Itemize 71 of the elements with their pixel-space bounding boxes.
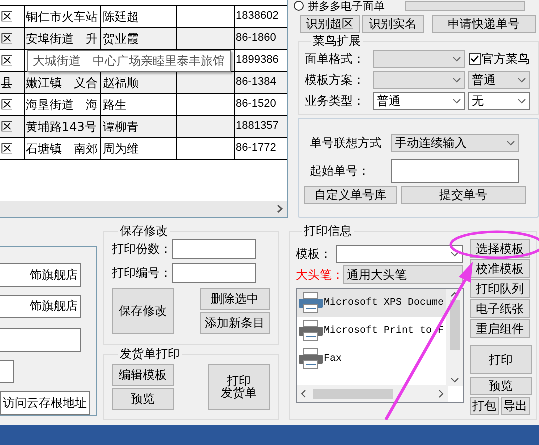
print-invoice-button[interactable]: 打印 发货单 — [208, 364, 270, 410]
side-button[interactable]: 电子纸张 — [470, 299, 530, 318]
field-label: 业务类型： — [305, 93, 366, 110]
checkbox-label: 官方菜鸟 — [482, 51, 530, 68]
table-cell: 周为维 — [101, 138, 177, 159]
table-cell-text: 1881357 — [235, 119, 280, 134]
table-cell: 陈廷超 — [101, 6, 177, 27]
field-label: 大头笔： — [296, 266, 343, 284]
dropdown[interactable]: 手动连续输入 — [391, 134, 519, 152]
table-cell: 谭柳青 — [101, 116, 177, 137]
table-cell: 海垦街道 海 — [25, 94, 101, 115]
table-cell-text: 86-1772 — [235, 141, 278, 156]
pack-button[interactable]: 打包 — [470, 397, 499, 415]
table-cell: 黄埔路143号 — [25, 116, 101, 137]
field-label: 起始单号： — [309, 163, 371, 180]
print-button[interactable]: 打印 — [470, 345, 532, 374]
preview-button[interactable]: 预览 — [470, 377, 532, 395]
field-label: 单号联想方式 — [309, 135, 383, 152]
edit-template-button[interactable]: 编辑模板 — [112, 364, 174, 386]
button-line: 发货单 — [221, 387, 257, 399]
input-field[interactable]: 饰旗舰店 — [0, 263, 81, 287]
table-cell: 路生 — [101, 94, 177, 115]
dropdown[interactable]: 无 — [468, 92, 530, 110]
table-cell: 铜仁市火车站 — [25, 6, 101, 27]
dropdown[interactable]: 普通 — [468, 71, 530, 89]
field-label: 模板： — [296, 246, 333, 263]
field-label: 打印编号： — [112, 265, 172, 282]
table-cell: 区 — [0, 28, 25, 49]
link-button[interactable]: 访问云存根地址 — [0, 391, 90, 415]
side-button[interactable]: 选择模板 — [470, 239, 530, 258]
action-button[interactable]: 申请快递单号 — [432, 15, 536, 33]
group-title: 发货单打印 — [119, 348, 181, 360]
side-button[interactable]: 校准模板 — [470, 259, 530, 278]
add-button[interactable]: 添加新条目 — [200, 312, 270, 334]
field-label: 面单格式： — [305, 51, 366, 68]
dropdown[interactable]: 普通 — [373, 92, 465, 110]
table-cell: 区 — [0, 116, 25, 137]
action-button[interactable]: 识别实名 — [362, 15, 424, 33]
table-cell-text: 86-1520 — [235, 97, 278, 112]
group-title: 保存修改 — [119, 225, 169, 237]
group-title: 打印信息 — [303, 225, 353, 237]
delete-button[interactable]: 删除选中 — [200, 288, 270, 310]
field-label: 打印份数： — [112, 241, 172, 258]
table-cell: 区 — [0, 94, 25, 115]
group-title: 菜鸟扩展 — [312, 35, 362, 47]
export-button[interactable]: 导出 — [501, 397, 530, 415]
table-cell-text: 86-1384 — [235, 75, 278, 90]
printer-item[interactable]: Microsoft XPS Docume — [297, 289, 447, 317]
table-cell: 区 — [0, 50, 25, 71]
side-button[interactable]: 打印队列 — [470, 279, 530, 298]
tooltip: 大城街道 中心广场亲睦里泰丰旅馆 — [27, 50, 231, 72]
input-field[interactable]: 饰旗舰店 — [0, 294, 81, 318]
table-cell-text: 1838602 — [235, 9, 280, 24]
table-cell: 区 — [0, 6, 25, 27]
table-cell: 石塘镇 南郊 — [25, 138, 101, 159]
table-cell: 安埠街道 升 — [25, 28, 101, 49]
action-button[interactable]: 识别超区 — [300, 15, 360, 33]
table-cell-text: 1899386 — [235, 53, 280, 68]
dropdown[interactable]: 通用大头笔 — [343, 265, 463, 284]
action-button[interactable]: 提交单号 — [401, 186, 526, 204]
field-label: 模板方案： — [305, 72, 366, 89]
preview-button[interactable]: 预览 — [112, 388, 174, 410]
action-button[interactable]: 自定义单号库 — [304, 186, 397, 204]
radio-label: 拼多多电子面单 — [308, 0, 385, 12]
table-cell-text: 86-1860 — [235, 31, 278, 46]
table-cell: 贺业霞 — [101, 28, 177, 49]
table-cell: 区 — [0, 138, 25, 159]
save-button[interactable]: 保存修改 — [112, 288, 174, 334]
button-line: 打印 — [227, 375, 251, 387]
table-cell: 县 — [0, 72, 25, 93]
side-button[interactable]: 重启组件 — [470, 319, 530, 338]
